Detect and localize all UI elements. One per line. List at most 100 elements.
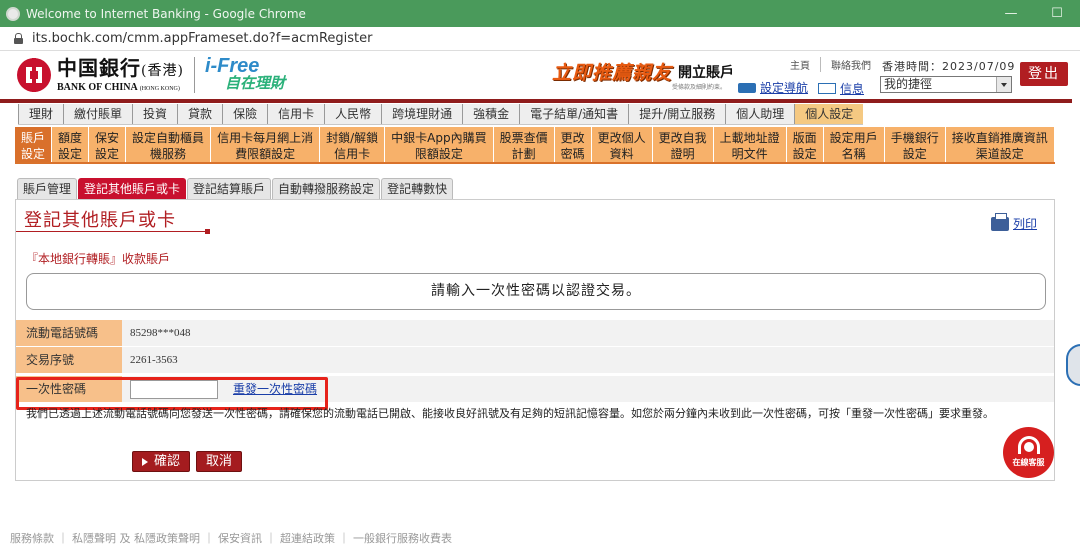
- hk-time: 香港時間：2023/07/09: [882, 60, 1016, 73]
- print-link[interactable]: 列印: [1013, 215, 1037, 232]
- guide-icon: [738, 82, 756, 93]
- transaction-ref-value: 2261-3563: [122, 347, 1054, 374]
- live-chat-button[interactable]: 在線客服: [1003, 427, 1054, 478]
- info-link-text[interactable]: 信息: [840, 80, 864, 97]
- mobile-number-row: 流動電話號碼 85298***048: [16, 320, 1054, 347]
- mobile-number-value: 85298***048: [122, 320, 1054, 347]
- submenu-mobile-banking[interactable]: 手機銀行 設定: [885, 127, 946, 162]
- menu-item-estatement[interactable]: 電子結單/通知書: [520, 104, 630, 124]
- menu-item-credit-card[interactable]: 信用卡: [268, 104, 326, 124]
- transaction-ref-label: 交易序號: [16, 347, 122, 374]
- menu-item-mpf[interactable]: 強積金: [463, 104, 521, 124]
- play-arrow-icon: [142, 457, 148, 466]
- submenu-account-settings[interactable]: 賬戶 設定: [15, 127, 53, 162]
- nav-guide[interactable]: 設定導航: [738, 79, 808, 96]
- submenu-self-certification[interactable]: 更改自我 證明: [653, 127, 714, 162]
- menu-item-bill-payment[interactable]: 繳付賬單: [64, 104, 134, 124]
- headset-icon: [1017, 436, 1040, 454]
- submenu-card-online-limit[interactable]: 信用卡每月網上消 費限額設定: [211, 127, 321, 162]
- menu-item-investment[interactable]: 投資: [133, 104, 179, 124]
- title-underline: [16, 229, 210, 234]
- printer-icon[interactable]: [991, 212, 1009, 231]
- submenu-security-settings[interactable]: 保安 設定: [89, 127, 127, 162]
- section-subhead: 『本地銀行轉賬』收款賬戶: [26, 252, 171, 266]
- submenu-change-personal-info[interactable]: 更改個人 資料: [592, 127, 653, 162]
- otp-note: 我們已透過上述流動電話號碼向您發送一次性密碼，請確保您的流動電話已開啟、能接收良…: [26, 407, 994, 420]
- ifree-logo: i-Free 自在理財: [204, 55, 285, 93]
- tab-register-fps[interactable]: 登記轉數快: [381, 178, 454, 199]
- otp-instruction-banner: 請輸入一次性密碼以認證交易。: [26, 273, 1046, 310]
- menu-item-loans[interactable]: 貸款: [178, 104, 224, 124]
- submenu-atm-services[interactable]: 設定自動櫃員 機服務: [126, 127, 212, 162]
- home-link[interactable]: 主頁: [780, 57, 820, 72]
- promo-terms: 受條款及細則約束。: [672, 84, 727, 91]
- boc-logo-icon: [17, 58, 51, 92]
- tab-auto-transfer-settings[interactable]: 自動轉撥服務設定: [272, 178, 381, 199]
- main-menu: 理財 繳付賬單 投資 貸款 保險 信用卡 人民幣 跨境理財通 強積金 電子結單/…: [18, 104, 864, 125]
- maximize-button[interactable]: ☐: [1034, 6, 1080, 21]
- submenu-block-card[interactable]: 封鎖/解鎖 信用卡: [320, 127, 386, 162]
- promo-title: 立即推薦親友: [552, 62, 673, 84]
- submenu-upload-address-proof[interactable]: 上載地址證 明文件: [714, 127, 787, 162]
- quick-select-value: 我的捷徑: [884, 77, 933, 91]
- browser-titlebar: Welcome to Internet Banking - Google Chr…: [0, 0, 1080, 27]
- menu-item-rmb[interactable]: 人民幣: [325, 104, 383, 124]
- logo-cn: 中国銀行: [57, 56, 141, 80]
- submenu-app-purchase-limit[interactable]: 中銀卡App內購買 限額設定: [385, 127, 494, 162]
- submenu-change-password[interactable]: 更改 密碼: [555, 127, 592, 162]
- bank-header: 中国銀行(香港) BANK OF CHINA (HONG KONG) i-Fre…: [0, 51, 1080, 99]
- minimize-button[interactable]: —: [988, 6, 1034, 21]
- nav-guide-link[interactable]: 設定導航: [760, 79, 808, 96]
- confirm-label: 確認: [154, 454, 181, 469]
- quick-links-select[interactable]: 我的捷徑: [880, 76, 1012, 93]
- account-tabs: 賬戶管理 登記其他賬戶或卡 登記結算賬戶 自動轉撥服務設定 登記轉數快: [17, 178, 454, 199]
- otp-highlight-box: [16, 377, 328, 410]
- submenu-stock-quote[interactable]: 股票查價 計劃: [494, 127, 555, 162]
- ifree-en: i-Free: [204, 55, 260, 77]
- print-action[interactable]: 列印: [991, 212, 1037, 232]
- content-panel: 登記其他賬戶或卡 列印 『本地銀行轉賬』收款賬戶 請輸入一次性密碼以認證交易。 …: [15, 199, 1055, 481]
- window-title: Welcome to Internet Banking - Google Chr…: [26, 6, 306, 21]
- menu-item-personal-settings[interactable]: 個人設定: [795, 104, 864, 124]
- action-buttons: 確認 取消: [132, 451, 248, 472]
- live-chat-label: 在線客服: [1012, 458, 1045, 467]
- logo-cn-suffix: (香港): [141, 63, 184, 79]
- bank-logo[interactable]: 中国銀行(香港) BANK OF CHINA (HONG KONG) i-Fre…: [17, 55, 285, 93]
- cancel-button[interactable]: 取消: [196, 451, 243, 472]
- cancel-label: 取消: [206, 454, 233, 469]
- submenu-username-settings[interactable]: 設定用戶 名稱: [824, 127, 885, 162]
- transaction-ref-row: 交易序號 2261-3563: [16, 347, 1054, 374]
- header-divider: [0, 99, 1072, 103]
- mobile-number-label: 流動電話號碼: [16, 320, 122, 347]
- menu-item-personal-assistant[interactable]: 個人助理: [726, 104, 796, 124]
- submenu-limit-settings[interactable]: 額度 設定: [52, 127, 90, 162]
- menu-item-insurance[interactable]: 保險: [223, 104, 269, 124]
- menu-item-upgrade-services[interactable]: 提升/開立服務: [629, 104, 727, 124]
- tab-register-other-account[interactable]: 登記其他賬戶或卡: [78, 178, 187, 199]
- contact-link[interactable]: 聯絡我們: [820, 57, 881, 72]
- confirm-button[interactable]: 確認: [132, 451, 191, 472]
- tab-register-settlement-account[interactable]: 登記結算賬戶: [187, 178, 272, 199]
- tab-account-management[interactable]: 賬戶管理: [17, 178, 78, 199]
- menu-item-cross-boundary[interactable]: 跨境理財通: [382, 104, 464, 124]
- footer-links[interactable]: 服務條款 ｜ 私隱聲明 及 私隱政策聲明 ｜ 保安資訊 ｜ 超連結政策 ｜ 一般…: [10, 530, 452, 546]
- promo-open-account: 開立賬戶: [678, 64, 735, 81]
- logo-en-suffix: (HONG KONG): [139, 86, 180, 92]
- sub-menu: 賬戶 設定 額度 設定 保安 設定 設定自動櫃員 機服務 信用卡每月網上消 費限…: [15, 127, 1055, 164]
- chevron-down-icon[interactable]: [996, 77, 1011, 92]
- submenu-marketing-channels[interactable]: 接收直銷推廣資訊 渠道設定: [946, 127, 1055, 162]
- mail-icon: [818, 83, 836, 94]
- promo-banner[interactable]: 立即推薦親友 開立賬戶 受條款及細則約束。: [552, 58, 735, 91]
- address-bar[interactable]: its.bochk.com/cmm.appFrameset.do?f=acmRe…: [0, 27, 1080, 51]
- url-text[interactable]: its.bochk.com/cmm.appFrameset.do?f=acmRe…: [32, 31, 372, 46]
- logo-en: BANK OF CHINA: [57, 82, 138, 93]
- ifree-cn: 自在理財: [224, 75, 285, 92]
- top-links: 主頁 聯絡我們: [780, 57, 881, 72]
- page-title: 登記其他賬戶或卡: [24, 210, 176, 231]
- menu-item-wealth[interactable]: 理財: [18, 104, 65, 124]
- submenu-layout-settings[interactable]: 版面 設定: [787, 127, 824, 162]
- chrome-icon: [6, 6, 20, 21]
- side-assistant-bubble[interactable]: [1066, 344, 1080, 386]
- info-link[interactable]: 信息: [818, 80, 864, 97]
- logout-button[interactable]: 登出: [1020, 62, 1068, 86]
